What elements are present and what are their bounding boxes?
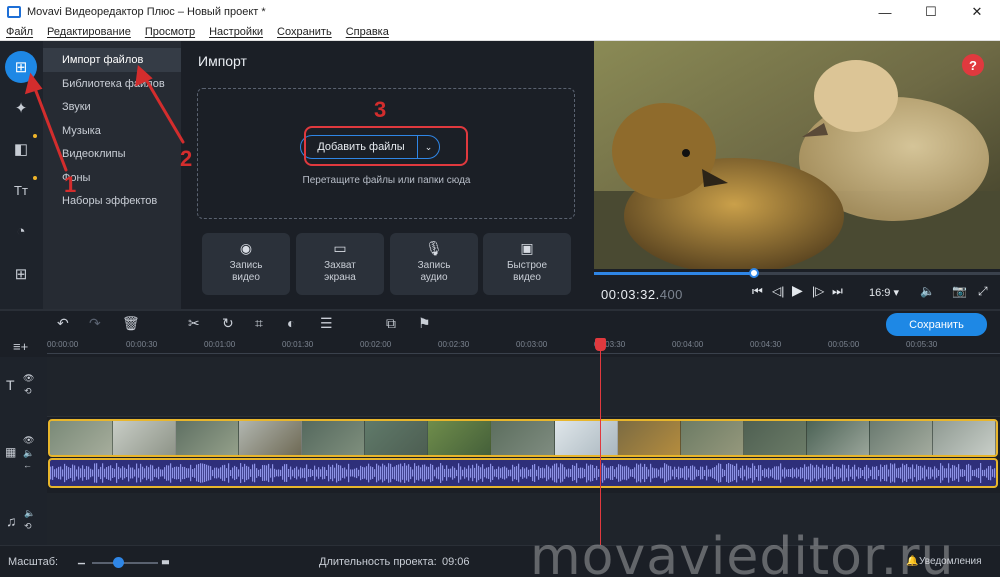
annotation-step-2: 2 bbox=[180, 146, 193, 171]
watermark: movavieditor.ru bbox=[530, 527, 955, 577]
annotation-arrows bbox=[24, 64, 185, 172]
annotation-highlight-box bbox=[304, 126, 468, 166]
annotation-step-1: 1 bbox=[64, 172, 77, 197]
annotation-step-3: 3 bbox=[374, 97, 387, 122]
